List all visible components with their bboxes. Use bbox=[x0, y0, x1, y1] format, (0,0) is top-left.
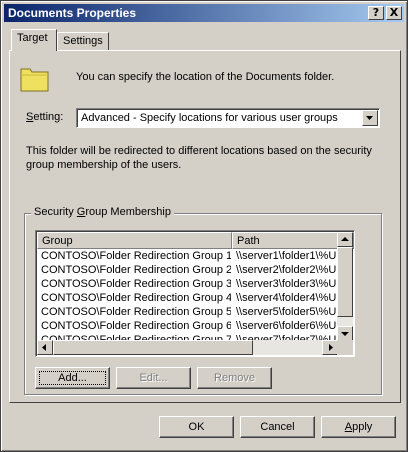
path-cell: \\server6\folder6\%USE bbox=[236, 320, 336, 332]
remove-button-label: Remove bbox=[214, 372, 255, 384]
dialog-window: Documents Properties ? X Target Settings… bbox=[0, 0, 408, 452]
arrow-left-icon[interactable] bbox=[37, 340, 53, 355]
tab-settings[interactable]: Settings bbox=[57, 32, 109, 51]
info-text-line2: group membership of the users. bbox=[26, 159, 182, 171]
group-cell: CONTOSO\Folder Redirection Group 6 bbox=[41, 320, 231, 332]
scroll-corner bbox=[337, 340, 353, 355]
window-title: Documents Properties bbox=[8, 6, 137, 20]
horizontal-scrollbar[interactable] bbox=[37, 340, 338, 355]
path-cell: \\server1\folder1\%USE bbox=[236, 250, 336, 262]
column-header-path[interactable]: Path bbox=[232, 232, 354, 249]
table-row[interactable]: CONTOSO\Folder Redirection Group 6 \\ser… bbox=[37, 320, 338, 334]
cancel-button-label: Cancel bbox=[260, 421, 295, 433]
apply-button[interactable]: Apply bbox=[321, 416, 396, 438]
group-cell: CONTOSO\Folder Redirection Group 2 bbox=[41, 264, 231, 276]
table-row[interactable]: CONTOSO\Folder Redirection Group 4 \\ser… bbox=[37, 292, 338, 306]
group-cell: CONTOSO\Folder Redirection Group 4 bbox=[41, 292, 231, 304]
ok-button[interactable]: OK bbox=[159, 416, 234, 438]
vertical-scroll-thumb[interactable] bbox=[337, 247, 353, 317]
column-header-group[interactable]: Group bbox=[37, 232, 232, 249]
focus-indicator bbox=[39, 371, 106, 385]
table-row[interactable]: CONTOSO\Folder Redirection Group 1 \\ser… bbox=[37, 250, 338, 264]
help-button[interactable]: ? bbox=[368, 6, 384, 20]
vertical-scrollbar[interactable] bbox=[337, 232, 353, 341]
cancel-button[interactable]: Cancel bbox=[240, 416, 315, 438]
ok-button-label: OK bbox=[188, 421, 205, 433]
path-cell: \\server3\folder3\%USE bbox=[236, 278, 336, 290]
tab-target[interactable]: Target bbox=[11, 29, 57, 51]
info-text-line1: This folder will be redirected to differ… bbox=[26, 145, 372, 157]
tab-target-label: Target bbox=[17, 32, 48, 44]
list-header: Group Path bbox=[37, 232, 354, 249]
group-cell: CONTOSO\Folder Redirection Group 1 bbox=[41, 250, 231, 262]
title-bar[interactable]: Documents Properties ? X bbox=[4, 4, 404, 22]
table-row[interactable]: CONTOSO\Folder Redirection Group 2 \\ser… bbox=[37, 264, 338, 278]
group-cell: CONTOSO\Folder Redirection Group 3 bbox=[41, 278, 231, 290]
apply-button-label: Apply bbox=[344, 421, 373, 433]
close-button[interactable]: X bbox=[386, 6, 402, 20]
add-button[interactable]: Add... bbox=[35, 367, 110, 389]
path-cell: \\server4\folder4\%USE bbox=[236, 292, 336, 304]
path-cell: \\server2\folder2\%USE bbox=[236, 264, 336, 276]
edit-button[interactable]: Edit... bbox=[116, 367, 191, 389]
setting-label: Setting: bbox=[26, 111, 64, 123]
edit-button-label: Edit... bbox=[139, 372, 168, 384]
path-cell: \\server5\folder5\%USE bbox=[236, 306, 336, 318]
group-cell: CONTOSO\Folder Redirection Group 5 bbox=[41, 306, 231, 318]
list-body: CONTOSO\Folder Redirection Group 1 \\ser… bbox=[37, 249, 338, 342]
group-list[interactable]: Group Path CONTOSO\Folder Redirection Gr… bbox=[35, 230, 355, 357]
arrow-down-icon[interactable] bbox=[337, 326, 353, 341]
group-box-title: Security Group Membership bbox=[31, 206, 174, 218]
table-row[interactable]: CONTOSO\Folder Redirection Group 3 \\ser… bbox=[37, 278, 338, 292]
table-row[interactable]: CONTOSO\Folder Redirection Group 5 \\ser… bbox=[37, 306, 338, 320]
arrow-up-icon[interactable] bbox=[337, 232, 353, 247]
tab-settings-label: Settings bbox=[63, 35, 103, 47]
folder-icon bbox=[20, 68, 49, 92]
description-text: You can specify the location of the Docu… bbox=[76, 71, 335, 83]
setting-dropdown[interactable]: Advanced - Specify locations for various… bbox=[76, 108, 380, 128]
setting-value: Advanced - Specify locations for various… bbox=[81, 112, 338, 124]
remove-button[interactable]: Remove bbox=[197, 367, 272, 389]
chevron-down-icon[interactable] bbox=[362, 110, 378, 126]
horizontal-scroll-thumb[interactable] bbox=[53, 340, 253, 355]
arrow-right-icon[interactable] bbox=[322, 340, 338, 355]
